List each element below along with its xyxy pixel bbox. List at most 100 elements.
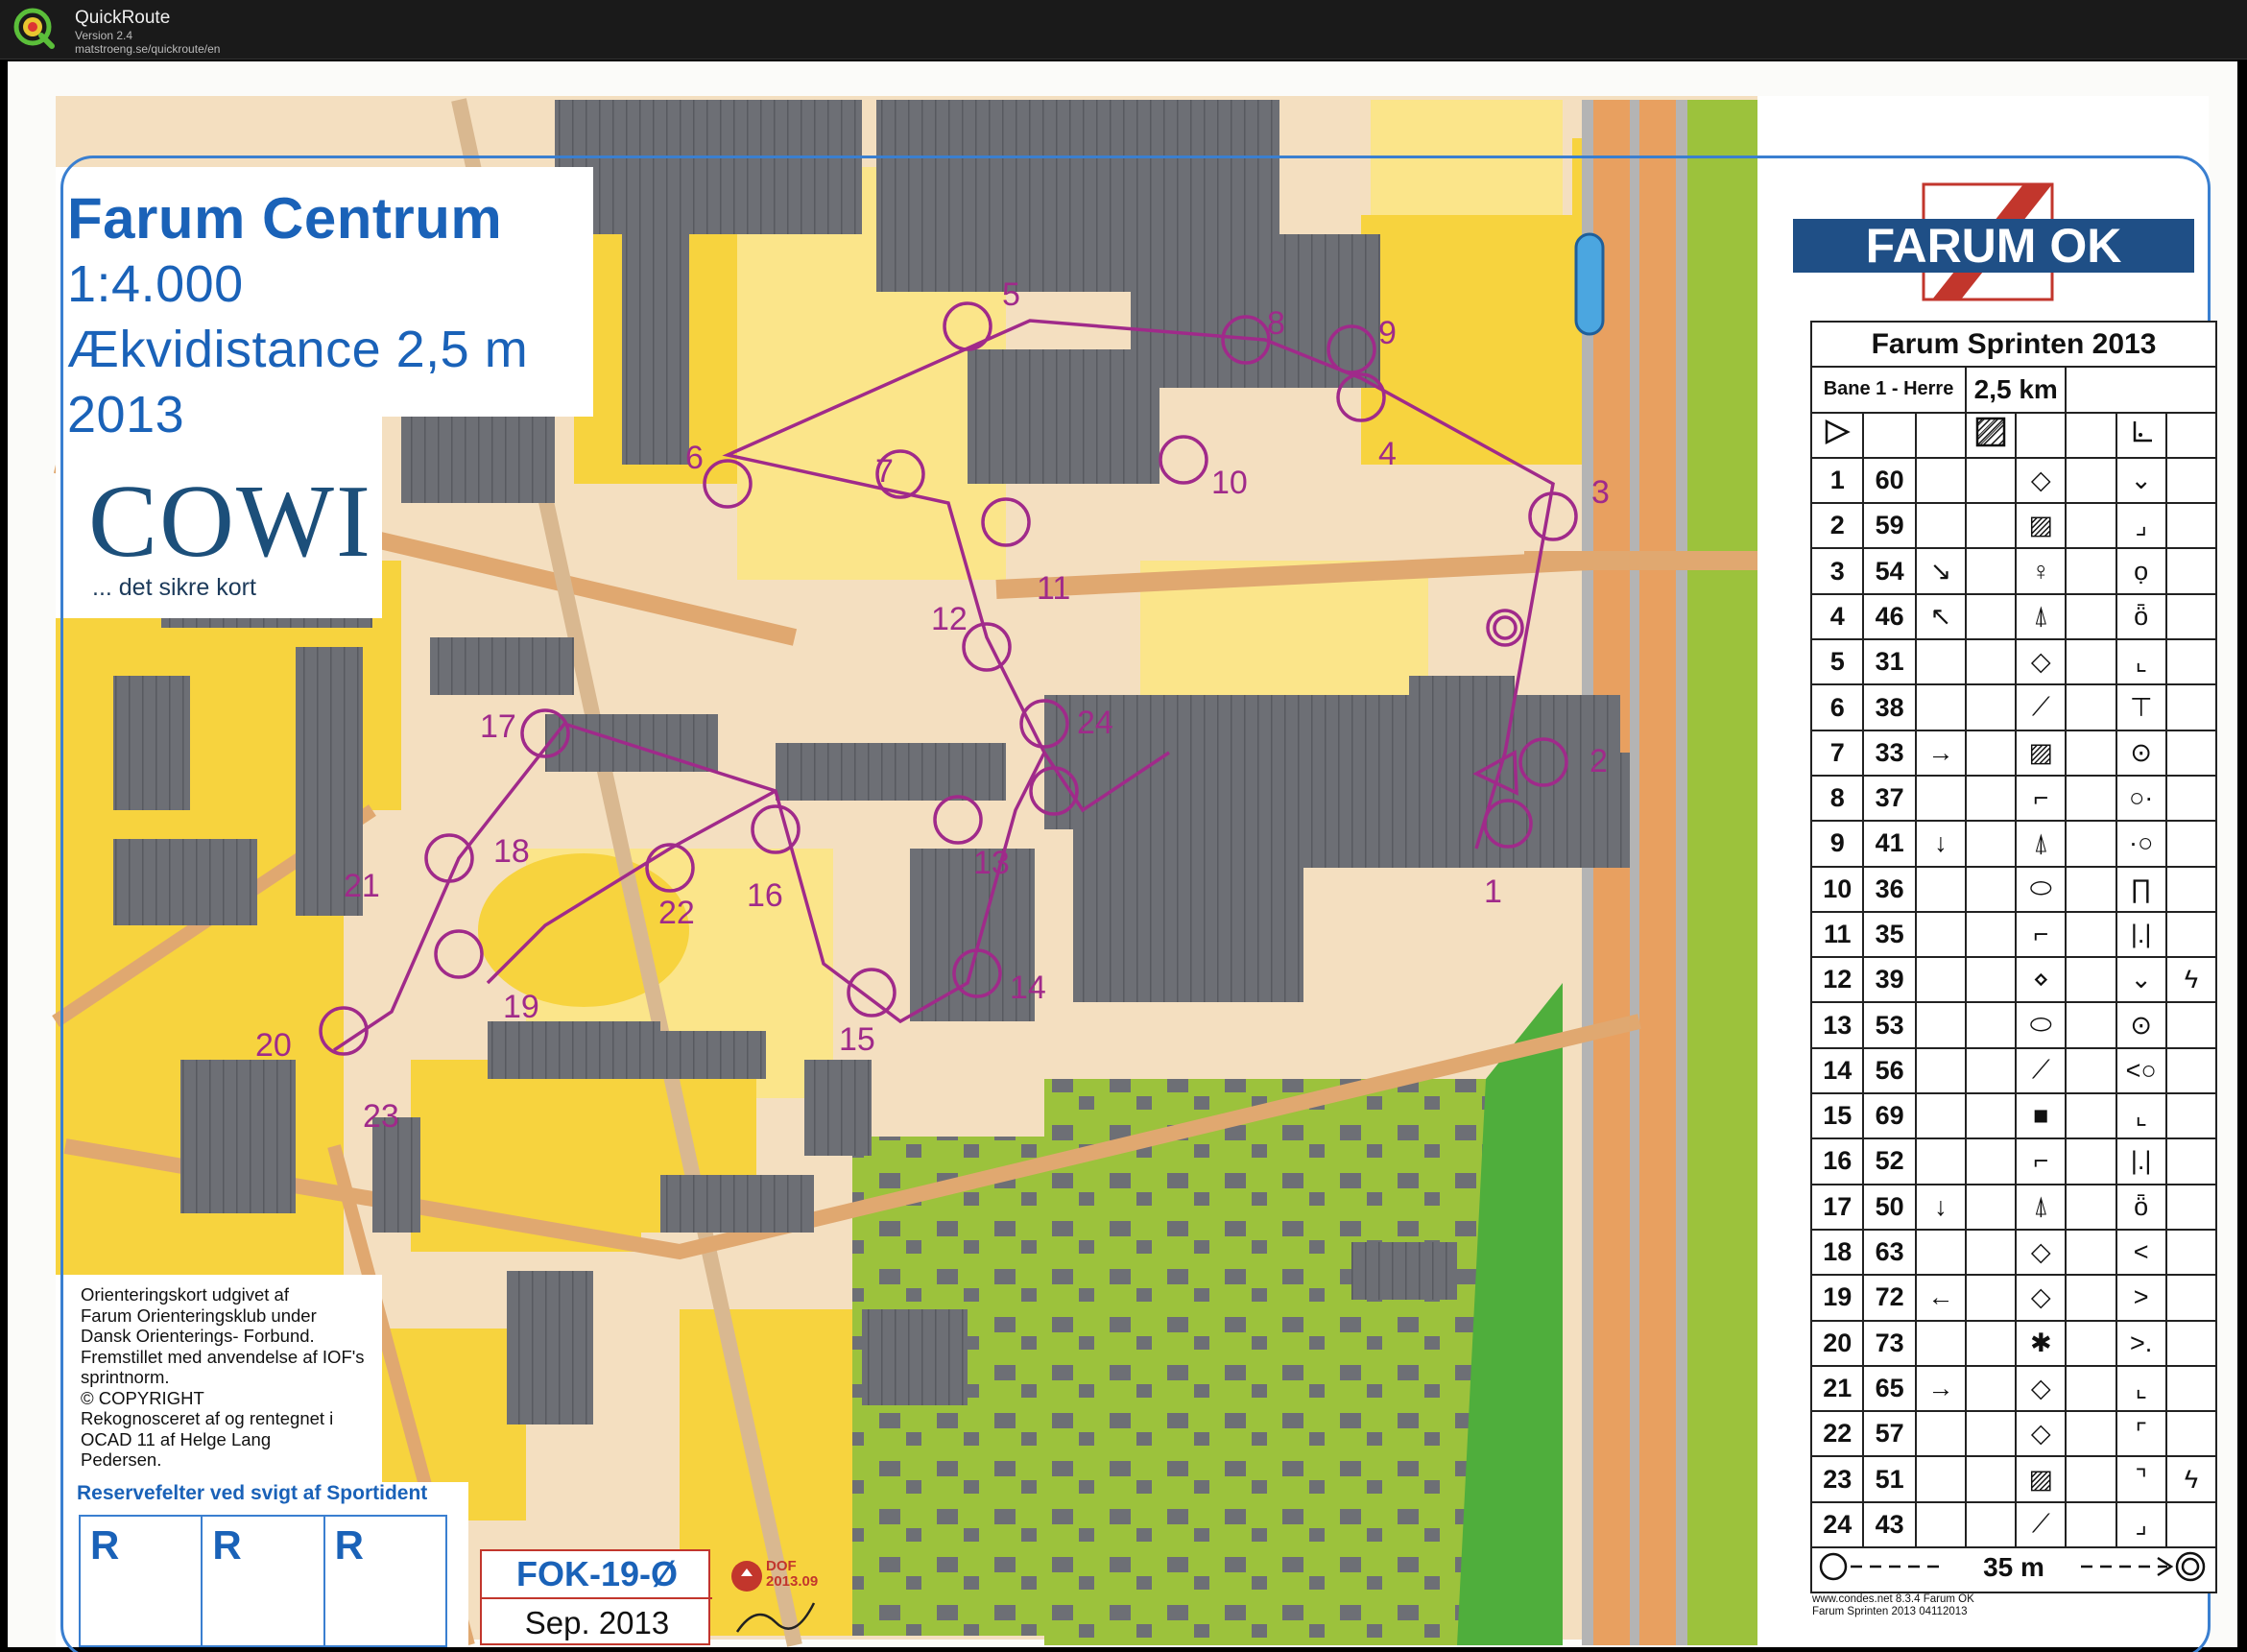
copyright-line: Fremstillet med anvendelse af IOF's	[81, 1346, 365, 1367]
control-20-label: 20	[255, 1027, 292, 1064]
control-2-label: 2	[1590, 743, 1608, 779]
cd-code: 43	[1862, 1500, 1917, 1549]
cd-number: 2	[1809, 502, 1865, 550]
cd-empty	[2065, 820, 2117, 868]
cd-row: 16 52 ⌐ |.|	[1809, 1137, 2218, 1185]
cd-row: 10 36 ⬭ ∏	[1809, 865, 2218, 913]
cd-number: 14	[1809, 1046, 1865, 1095]
app-version: Version 2.4	[75, 29, 133, 42]
cd-extra	[2164, 547, 2218, 595]
cowi-tagline: ... det sikre kort	[92, 574, 256, 601]
cd-empty	[2065, 956, 2117, 1004]
map-sheet[interactable]: 1 2 3 4 5 6 7 8 9 10 11 12 13 14 15 16 1…	[8, 61, 2237, 1652]
cd-length: 2,5 km	[1965, 366, 2068, 414]
cd-row: 8 37 ⌐ ○·	[1809, 774, 2218, 823]
control-21-label: 21	[344, 868, 380, 904]
cd-direction: ←	[1914, 1274, 1968, 1322]
cd-empty	[2065, 1228, 2117, 1277]
cd-empty	[2065, 1500, 2117, 1549]
cd-feature: ◇	[2015, 1274, 2068, 1322]
cd-location: ⌄	[2115, 956, 2167, 1004]
cd-location: ⊤	[2115, 683, 2167, 731]
control-17-label: 17	[480, 708, 516, 745]
hatched-square-icon	[1965, 411, 2018, 459]
cd-feature: ♀	[2015, 547, 2068, 595]
dof-label: DOF	[766, 1558, 797, 1574]
cd-direction	[1914, 638, 1968, 686]
cd-empty	[1965, 1364, 2018, 1413]
cd-row: 17 50 ↓ ⍋ ȫ	[1809, 1183, 2218, 1231]
cd-number: 24	[1809, 1500, 1865, 1549]
cd-row: 4 46 ↖ ⍋ ȫ	[1809, 592, 2218, 641]
cd-empty	[2065, 1183, 2117, 1231]
cd-direction	[1914, 1500, 1968, 1549]
cd-number: 20	[1809, 1319, 1865, 1367]
cd-code: 57	[1862, 1410, 1917, 1458]
window-title-bar: QuickRoute Version 2.4 matstroeng.se/qui…	[0, 0, 2247, 60]
cd-code: 37	[1862, 774, 1917, 823]
cd-feature: ◇	[2015, 456, 2068, 505]
cd-empty	[2065, 1137, 2117, 1185]
cd-code: 56	[1862, 1046, 1917, 1095]
cd-row: 18 63 ◇ <	[1809, 1228, 2218, 1277]
cd-extra: ϟ	[2164, 956, 2218, 1004]
copyright-line: Farum Orienteringsklub under	[81, 1305, 317, 1326]
cd-location: <	[2115, 1228, 2167, 1277]
cd-empty	[1965, 456, 2018, 505]
cd-direction	[1914, 910, 1968, 959]
cd-extra	[2164, 456, 2218, 505]
cd-code: 36	[1862, 865, 1917, 913]
control-5-label: 5	[1002, 276, 1020, 313]
copyright-line: OCAD 11 af Helge Lang	[81, 1428, 272, 1449]
cd-row: 6 38 ⟋ ⊤	[1809, 683, 2218, 731]
control-18-label: 18	[493, 833, 530, 870]
cd-code: 51	[1862, 1455, 1917, 1503]
cd-empty	[1965, 1001, 2018, 1049]
cd-location: ⊙	[2115, 1001, 2167, 1049]
control-11-label: 11	[1037, 570, 1070, 607]
cd-empty	[1965, 865, 2018, 913]
cd-feature: ◇	[2015, 1228, 2068, 1277]
cd-empty	[2065, 774, 2117, 823]
cd-code: 60	[1862, 456, 1917, 505]
cd-feature: ⍋	[2015, 820, 2068, 868]
cd-location: ⌝	[2115, 1455, 2167, 1503]
cd-code: 73	[1862, 1319, 1917, 1367]
cd-direction	[1914, 1455, 1968, 1503]
cd-code: 50	[1862, 1183, 1917, 1231]
cd-feature: ⍋	[2015, 592, 2068, 641]
cd-location: ∏	[2115, 865, 2167, 913]
cd-location: >.	[2115, 1319, 2167, 1367]
cd-feature: ▨	[2015, 1455, 2068, 1503]
cd-row: 3 54 ↘ ♀ ọ	[1809, 547, 2218, 595]
cd-code: 46	[1862, 592, 1917, 641]
cd-extra	[2164, 592, 2218, 641]
cd-row: 13 53 ⬭ ⊙	[1809, 1001, 2218, 1049]
cd-empty	[1965, 683, 2018, 731]
app-url: matstroeng.se/quickroute/en	[75, 42, 221, 56]
cd-code: 41	[1862, 820, 1917, 868]
cd-extra	[2164, 729, 2218, 777]
cd-row: 5 31 ◇ ⌞	[1809, 638, 2218, 686]
cd-number: 22	[1809, 1410, 1865, 1458]
cd-extra	[2164, 1046, 2218, 1095]
finish-route-icon: 35 m	[1819, 1551, 2206, 1582]
cd-extra	[2164, 1274, 2218, 1322]
cd-location: ⌞	[2115, 638, 2167, 686]
cd-empty	[2065, 683, 2117, 731]
map-title-block: Farum Centrum 1:4.000 Ækvidistance 2,5 m…	[67, 186, 586, 447]
cd-extra	[2164, 1319, 2218, 1367]
reserve-box-3: R	[334, 1522, 364, 1568]
cd-empty	[2065, 1455, 2117, 1503]
cd-empty	[1965, 729, 2018, 777]
cd-direction	[1914, 1137, 1968, 1185]
cd-title: Farum Sprinten 2013	[1810, 320, 2217, 369]
control-6-label: 6	[685, 440, 704, 476]
control-13-label: 13	[973, 845, 1010, 881]
cd-number: 11	[1809, 910, 1865, 959]
cowi-logo: COWI	[88, 465, 372, 579]
cd-empty	[1965, 774, 2018, 823]
cd-extra	[2164, 774, 2218, 823]
cd-row: 15 69 ■ ⌞	[1809, 1092, 2218, 1140]
control-4-label: 4	[1378, 436, 1397, 472]
